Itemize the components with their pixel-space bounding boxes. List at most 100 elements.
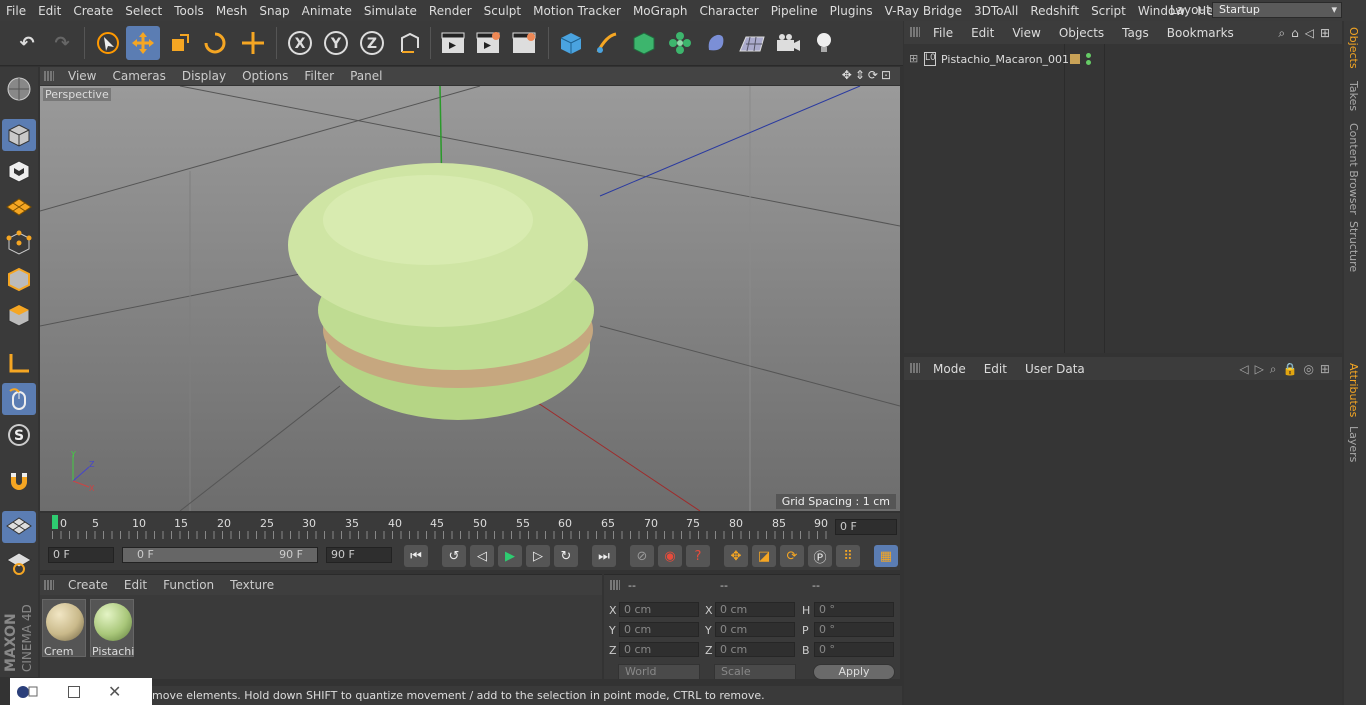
tab-takes[interactable]: Takes (1347, 81, 1360, 111)
object-menu-file[interactable]: File (924, 26, 962, 40)
layout-dropdown[interactable]: Startup (1212, 2, 1342, 18)
next-frame-icon[interactable]: ▷ (526, 545, 550, 567)
scale-dropdown[interactable]: Scale (714, 664, 796, 680)
render-view-button[interactable] (436, 26, 470, 60)
expand-icon[interactable]: ⊞ (909, 52, 918, 65)
viewport-nav-icons[interactable]: ✥⇕⟳⊡ (842, 68, 894, 82)
play-icon[interactable]: ▶ (498, 545, 522, 567)
subdivision-button[interactable] (627, 26, 661, 60)
menu-render[interactable]: Render (423, 4, 478, 18)
material-menu-function[interactable]: Function (155, 578, 222, 592)
next-key-icon[interactable]: ↻ (554, 545, 578, 567)
axis-mode-button[interactable] (2, 347, 36, 379)
move-tool-button[interactable] (126, 26, 160, 60)
material-menu-create[interactable]: Create (60, 578, 116, 592)
record-position-icon[interactable]: ✥ (724, 545, 748, 567)
viewport-menu-cameras[interactable]: Cameras (104, 69, 173, 83)
menu-motion-tracker[interactable]: Motion Tracker (527, 4, 627, 18)
viewport-menu-filter[interactable]: Filter (296, 69, 342, 83)
viewport-menu-display[interactable]: Display (174, 69, 234, 83)
render-visibility-dot[interactable] (1086, 60, 1091, 65)
points-mode-button[interactable] (2, 227, 36, 259)
panel-grip[interactable] (44, 71, 54, 81)
z-axis-lock-button[interactable]: Z (355, 26, 389, 60)
x-axis-lock-button[interactable]: X (283, 26, 317, 60)
solo-button[interactable]: S (2, 419, 36, 451)
rotate-tool-button[interactable] (198, 26, 232, 60)
previous-frame-icon[interactable]: ◁ (470, 545, 494, 567)
deformer-button[interactable] (699, 26, 733, 60)
layer-tag-icon[interactable] (1070, 54, 1080, 64)
scale-tool-button[interactable] (163, 26, 197, 60)
menu-plugins[interactable]: Plugins (824, 4, 879, 18)
attribute-grip[interactable] (910, 363, 920, 373)
locked-workplane-button[interactable] (2, 547, 36, 579)
viewport-menu-options[interactable]: Options (234, 69, 296, 83)
menu-file[interactable]: File (0, 4, 32, 18)
object-name[interactable]: Pistachio_Macaron_001 (941, 53, 1069, 66)
camera-button[interactable] (771, 26, 805, 60)
menu-sculpt[interactable]: Sculpt (478, 4, 527, 18)
menu-snap[interactable]: Snap (253, 4, 295, 18)
record-active-icon[interactable]: ◉ (658, 545, 682, 567)
menu-edit[interactable]: Edit (32, 4, 67, 18)
redo-icon[interactable]: ↷ (45, 26, 79, 60)
rot-p-field[interactable]: 0 ° (814, 622, 894, 637)
timeline-ruler[interactable]: 0 5 10 15 20 25 30 35 40 45 50 55 60 65 … (40, 513, 900, 543)
world-dropdown[interactable]: World (618, 664, 700, 680)
polygons-mode-button[interactable] (2, 299, 36, 331)
record-point-level-icon[interactable]: ⠿ (836, 545, 860, 567)
size-z-field[interactable]: 0 cm (715, 642, 795, 657)
menu-mograph[interactable]: MoGraph (627, 4, 694, 18)
viewport-menu-view[interactable]: View (60, 69, 104, 83)
menu-redshift[interactable]: Redshift (1024, 4, 1085, 18)
record-parameter-icon[interactable]: Ⓟ (808, 545, 832, 567)
coordinate-system-button[interactable] (392, 26, 426, 60)
object-row[interactable]: ⊞ L0 Pistachio_Macaron_001 (904, 51, 1342, 69)
cube-button[interactable] (554, 26, 588, 60)
texture-mode-button[interactable] (2, 155, 36, 187)
snap-button[interactable] (2, 465, 36, 497)
record-scale-icon[interactable]: ◪ (752, 545, 776, 567)
live-selection-button[interactable] (236, 26, 270, 60)
object-grip[interactable] (910, 27, 920, 37)
selection-tool-button[interactable] (91, 26, 125, 60)
menu-tools[interactable]: Tools (168, 4, 210, 18)
tab-attributes[interactable]: Attributes (1347, 363, 1360, 417)
object-menu-bookmarks[interactable]: Bookmarks (1158, 26, 1243, 40)
material-menu-texture[interactable]: Texture (222, 578, 282, 592)
menu-animate[interactable]: Animate (296, 4, 358, 18)
cloner-button[interactable] (663, 26, 697, 60)
object-menu-edit[interactable]: Edit (962, 26, 1003, 40)
macaron-model[interactable] (288, 160, 618, 435)
edges-mode-button[interactable] (2, 263, 36, 295)
light-button[interactable] (807, 26, 841, 60)
tab-content-browser[interactable]: Content Browser (1347, 123, 1360, 215)
menu-pipeline[interactable]: Pipeline (765, 4, 824, 18)
menu-character[interactable]: Character (693, 4, 764, 18)
menu-script[interactable]: Script (1085, 4, 1132, 18)
undo-icon[interactable]: ↶ (10, 26, 44, 60)
menu-vray-bridge[interactable]: V-Ray Bridge (879, 4, 968, 18)
floor-button[interactable] (735, 26, 769, 60)
size-x-field[interactable]: 0 cm (715, 602, 795, 617)
workplane-mode-button[interactable] (2, 191, 36, 223)
timeline-window-icon[interactable]: ▦ (874, 545, 898, 567)
model-mode-button[interactable] (2, 119, 36, 151)
go-to-start-icon[interactable]: ⏮ (404, 545, 428, 567)
material-grip[interactable] (44, 580, 54, 590)
autokey-icon[interactable]: ? (686, 545, 710, 567)
cinema4d-app-icon[interactable] (16, 684, 38, 700)
go-to-end-icon[interactable]: ⏭ (592, 545, 616, 567)
keyframe-selection-icon[interactable]: ⊘ (630, 545, 654, 567)
material-crem[interactable]: Crem (42, 599, 86, 658)
pos-z-field[interactable]: 0 cm (619, 642, 699, 657)
make-editable-button[interactable] (2, 73, 36, 105)
pos-y-field[interactable]: 0 cm (619, 622, 699, 637)
pos-x-field[interactable]: 0 cm (619, 602, 699, 617)
end-frame-field[interactable]: 90 F (326, 547, 392, 563)
pen-spline-button[interactable] (590, 26, 624, 60)
editor-visibility-dot[interactable] (1086, 53, 1091, 58)
current-frame-field[interactable]: 0 F (835, 519, 897, 535)
material-pistachio[interactable]: Pistachio (90, 599, 134, 658)
